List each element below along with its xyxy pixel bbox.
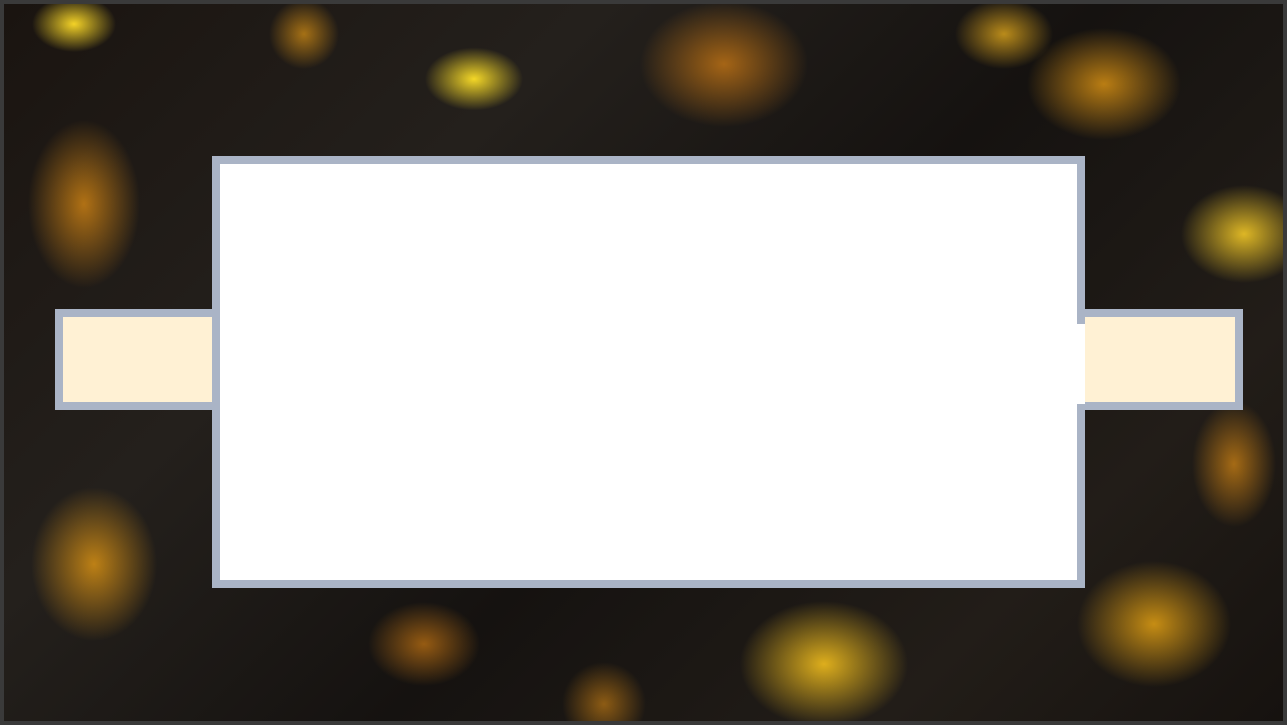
left-slot-panel[interactable] [55,309,225,410]
main-board-panel[interactable] [212,156,1085,588]
right-slot-fill [1072,317,1235,402]
left-slot-fill [63,317,225,402]
lava-background [0,0,1287,725]
main-board-area [220,164,1077,580]
right-slot-panel[interactable] [1072,309,1243,410]
main-board-right-notch [1077,324,1085,404]
